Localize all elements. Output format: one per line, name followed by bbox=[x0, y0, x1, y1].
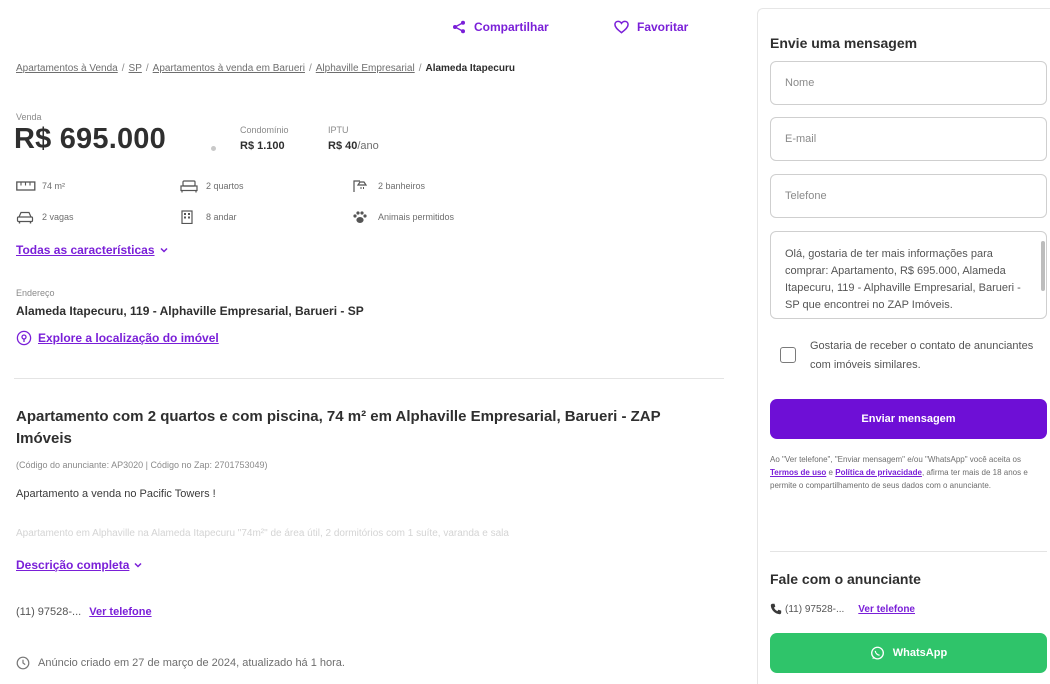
ruler-icon bbox=[16, 179, 38, 193]
explore-location-link[interactable]: Explore a localização do imóvel bbox=[16, 330, 219, 346]
price: R$ 695.000 bbox=[14, 123, 166, 155]
legal-and: e bbox=[828, 468, 833, 477]
whatsapp-icon bbox=[870, 646, 884, 659]
breadcrumb-separator: / bbox=[145, 63, 149, 74]
email-field[interactable] bbox=[770, 117, 1047, 161]
favorite-button[interactable]: Favoritar bbox=[614, 20, 688, 34]
breadcrumb-separator: / bbox=[418, 63, 422, 74]
message-scrollbar[interactable] bbox=[1041, 241, 1045, 291]
description-faded: Apartamento em Alphaville na Alameda Ita… bbox=[16, 528, 509, 539]
feature-pets-value: Animais permitidos bbox=[378, 212, 455, 222]
feature-bedrooms: 2 quartos bbox=[180, 179, 244, 193]
address-value: Alameda Itapecuru, 119 - Alphaville Empr… bbox=[16, 304, 364, 318]
feature-bathrooms-value: 2 banheiros bbox=[378, 181, 426, 191]
contact-sidebar: Envie uma mensagem Olá, gostaria de ter … bbox=[757, 8, 1050, 684]
description-first-line: Apartamento a venda no Pacific Towers ! bbox=[16, 488, 216, 500]
explore-location-label: Explore a localização do imóvel bbox=[38, 331, 219, 345]
phone-icon bbox=[770, 603, 782, 615]
contact-form-title: Envie uma mensagem bbox=[770, 35, 918, 51]
listing-title: Apartamento com 2 quartos e com piscina,… bbox=[16, 408, 661, 447]
advertiser-phone-row: (11) 97528-... Ver telefone bbox=[770, 603, 915, 615]
feature-bedrooms-value: 2 quartos bbox=[206, 181, 244, 191]
full-description-label: Descrição completa bbox=[16, 558, 130, 572]
similar-contact-option: Gostaria de receber o contato de anuncia… bbox=[780, 337, 1045, 375]
privacy-link[interactable]: Política de privacidade bbox=[835, 468, 922, 477]
breadcrumb-current: Alameda Itapecuru bbox=[425, 63, 515, 74]
advertiser-title: Fale com o anunciante bbox=[770, 571, 921, 587]
listing-type-label: Venda bbox=[16, 112, 42, 122]
feature-floor: 8 andar bbox=[180, 210, 237, 224]
address-label: Endereço bbox=[16, 288, 55, 298]
phone-field[interactable] bbox=[770, 174, 1047, 218]
listing-codes: (Código do anunciante: AP3020 | Código n… bbox=[16, 460, 268, 470]
listing-actions: Compartilhar Favoritar bbox=[0, 20, 740, 40]
advertiser-phone-partial: (11) 97528-... bbox=[785, 603, 845, 615]
price-separator-dot bbox=[211, 146, 216, 151]
similar-contact-label: Gostaria de receber o contato de anuncia… bbox=[810, 340, 1034, 371]
shower-icon bbox=[352, 179, 374, 193]
sidebar-divider bbox=[770, 551, 1047, 552]
iptu-value-wrap: R$ 40/ano bbox=[328, 140, 379, 152]
breadcrumb: Apartamentos à Venda / SP / Apartamentos à v… bbox=[16, 63, 515, 74]
name-field[interactable] bbox=[770, 61, 1047, 105]
full-description-link[interactable]: Descrição completa bbox=[16, 558, 143, 572]
breadcrumb-link[interactable]: Apartamentos à Venda bbox=[16, 63, 118, 74]
breadcrumb-link[interactable]: SP bbox=[129, 63, 142, 74]
clock-icon bbox=[16, 656, 30, 670]
terms-link[interactable]: Termos de uso bbox=[770, 468, 826, 477]
chevron-down-icon bbox=[160, 247, 168, 253]
legal-prefix: Ao "Ver telefone", "Enviar mensagem" e/o… bbox=[770, 455, 1021, 464]
feature-area: 74 m² bbox=[16, 179, 65, 193]
breadcrumb-link[interactable]: Alphaville Empresarial bbox=[316, 63, 415, 74]
share-button[interactable]: Compartilhar bbox=[452, 20, 549, 34]
iptu-value: R$ 40 bbox=[328, 140, 358, 152]
all-features-link[interactable]: Todas as características bbox=[16, 243, 169, 257]
feature-bathrooms: 2 banheiros bbox=[352, 179, 425, 193]
created-text: Anúncio criado em 27 de março de 2024, a… bbox=[38, 657, 345, 669]
listing-phone-row: (11) 97528-... Ver telefone bbox=[16, 606, 152, 618]
heart-icon bbox=[614, 20, 629, 34]
bed-icon bbox=[180, 179, 202, 193]
message-field[interactable]: Olá, gostaria de ter mais informações pa… bbox=[770, 231, 1047, 319]
feature-pets: Animais permitidos bbox=[352, 210, 454, 224]
chevron-down-icon bbox=[134, 562, 142, 568]
created-info: Anúncio criado em 27 de março de 2024, a… bbox=[16, 656, 345, 670]
condo-label: Condomínio bbox=[240, 125, 289, 135]
section-divider bbox=[14, 378, 724, 379]
advertiser-see-phone-link[interactable]: Ver telefone bbox=[858, 604, 915, 615]
feature-parking-value: 2 vagas bbox=[42, 212, 74, 222]
listing-main: Compartilhar Favoritar Apartamentos à Ve… bbox=[0, 0, 740, 684]
see-phone-link[interactable]: Ver telefone bbox=[89, 606, 151, 618]
whatsapp-button[interactable]: WhatsApp bbox=[770, 633, 1047, 673]
favorite-label: Favoritar bbox=[637, 20, 689, 34]
share-label: Compartilhar bbox=[474, 20, 549, 34]
breadcrumb-separator: / bbox=[308, 63, 312, 74]
iptu-unit: /ano bbox=[357, 140, 379, 152]
paw-icon bbox=[352, 210, 374, 224]
building-icon bbox=[180, 210, 202, 224]
phone-partial: (11) 97528-... bbox=[16, 606, 82, 618]
send-message-button[interactable]: Enviar mensagem bbox=[770, 399, 1047, 439]
feature-area-value: 74 m² bbox=[42, 181, 66, 191]
share-icon bbox=[453, 20, 465, 34]
map-pin-icon bbox=[16, 330, 32, 346]
car-icon bbox=[16, 210, 38, 224]
breadcrumb-separator: / bbox=[121, 63, 125, 74]
iptu-label: IPTU bbox=[328, 125, 349, 135]
feature-floor-value: 8 andar bbox=[206, 212, 237, 222]
similar-contact-checkbox[interactable] bbox=[780, 347, 796, 363]
condo-value: R$ 1.100 bbox=[240, 140, 285, 152]
feature-parking: 2 vagas bbox=[16, 210, 74, 224]
all-features-label: Todas as características bbox=[16, 243, 155, 257]
breadcrumb-link[interactable]: Apartamentos à venda em Barueri bbox=[153, 63, 305, 74]
legal-notice: Ao "Ver telefone", "Enviar mensagem" e/o… bbox=[770, 453, 1048, 492]
whatsapp-label: WhatsApp bbox=[892, 647, 948, 659]
